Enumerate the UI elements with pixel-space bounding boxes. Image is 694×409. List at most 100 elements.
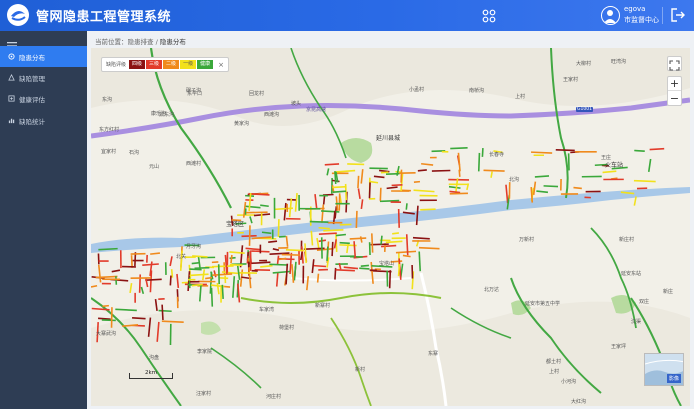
legend-level-3[interactable]: 三级 [146,60,163,69]
legend-level-2[interactable]: 二级 [163,60,180,69]
pipe-segment [130,255,133,268]
pipe-segment [101,319,116,322]
grid-icon [482,9,496,23]
map-fullscreen-button[interactable] [667,56,682,71]
pipe-segment [115,308,137,312]
user-avatar[interactable] [601,6,620,25]
pipe-segment [169,275,172,286]
map-place-label: 东方红村 [99,127,120,133]
map-place-label: 小河沟 [561,379,577,385]
pipe-segment [397,208,401,228]
defect-icon [8,74,15,81]
map-basemap [91,48,690,406]
map-place-label: 宜家村 [101,149,117,155]
pipe-segment [530,186,534,203]
map-place-label: 河庄村 [266,394,282,400]
pipe-segment [150,252,161,255]
pipe-segment [418,251,422,272]
pipe-segment [405,234,409,256]
pipe-segment [324,163,340,166]
menu-toggle-button[interactable] [7,35,17,50]
legend-level-1[interactable]: 一级 [180,60,197,69]
map-place-label: 大柳村 [576,61,592,67]
breadcrumb: 当前位置：隐患排查 / 隐患分布 [95,36,186,46]
map-place-label: 坡头 [291,101,302,107]
map-place-label: 车家湾 [259,307,275,313]
pipe-segment [316,273,320,283]
sidebar-item-label: 缺陷统计 [19,118,45,126]
pipe-segment [379,199,400,203]
health-icon [8,95,15,102]
map-place-label: 宝塔山 [379,261,395,267]
legend-close-button[interactable]: × [218,61,224,69]
map-place-label: 上村 [515,94,526,100]
pipe-segment [323,229,344,232]
pipe-segment [334,171,337,184]
pipe-segment [371,233,374,253]
map-canvas[interactable]: 缺陷评级 四级 三级 二级 一级 健康 × + − 2km 影像 G1001 京… [91,48,690,406]
sidebar-item-label: 隐患分布 [19,54,45,62]
legend-level-4[interactable]: 四级 [129,60,146,69]
pipe-segment [555,148,575,152]
basemap-switch-thumbnail[interactable]: 影像 [644,353,684,386]
pipe-segment [413,180,421,183]
map-place-label: 上村 [549,369,560,375]
breadcrumb-parent[interactable]: 隐患排查 [128,38,154,46]
map-place-label: 汪家村 [196,391,212,397]
pipe-segment [349,237,367,240]
pipe-segment [373,175,385,179]
zoom-in-button[interactable]: + [668,77,681,91]
sidebar-item-health-assessment[interactable]: 健康评估 [0,88,87,109]
map-place-label: 都土村 [546,359,562,365]
pipe-segment [368,182,371,199]
pipe-segment [138,274,142,293]
logout-button[interactable] [670,7,686,23]
pipe-segment [357,175,360,189]
map-place-label: 西滩村 [186,161,202,167]
pipe-segment [158,309,172,313]
sidebar-item-hazard-distribution[interactable]: 隐患分布 [0,46,87,67]
sidebar-item-defect-statistics[interactable]: 缺陷统计 [0,110,87,131]
pipe-segment [269,263,288,266]
header-divider [662,7,663,24]
pipe-segment [268,240,278,243]
pipe-segment [145,278,162,281]
user-role: 市监督中心 [624,16,659,24]
map-place-label: 延安市第五中学 [525,301,561,307]
pipe-segment [326,246,329,262]
pipe-segment [649,147,665,151]
pipe-segment [634,149,645,152]
map-place-label: 新庄 [663,289,674,295]
pipe-segment [392,232,400,235]
pipe-segment [229,256,236,260]
pipe-segment [388,270,392,289]
highway-shield: G1001 [576,107,593,112]
map-place-label: 长春寺 [489,152,505,158]
pipe-segment [205,276,213,280]
pipe-segment [490,171,493,178]
pipe-segment [309,220,329,224]
pipe-segment [318,232,337,235]
map-place-label: 沈渠 [631,319,642,325]
basemap-switch-label: 影像 [666,374,681,383]
legend-healthy[interactable]: 健康 [197,60,214,69]
pipe-segment [191,261,199,265]
zoom-out-button[interactable]: − [668,92,681,106]
map-place-label: 大红沟 [571,399,587,405]
map-place-label: 月牙沟 [186,244,202,250]
pipe-segment [275,272,279,287]
pipe-segment [381,244,397,248]
map-place-label: 北关 [176,254,187,260]
pipe-segment [98,247,118,251]
legend-title: 缺陷评级 [106,62,127,68]
pipe-segment [477,152,481,172]
sidebar-item-defect-management[interactable]: 缺陷管理 [0,67,87,88]
pipe-segment [211,265,234,268]
app-grid-button[interactable] [482,8,496,23]
defect-legend: 缺陷评级 四级 三级 二级 一级 健康 × [101,57,229,72]
map-place-label: 新庄村 [619,237,635,243]
map-place-label: 小孟村 [409,87,425,93]
pipe-segment [331,241,334,257]
map-place-label: 西滩沟 [264,112,280,118]
pipe-segment [360,264,370,268]
